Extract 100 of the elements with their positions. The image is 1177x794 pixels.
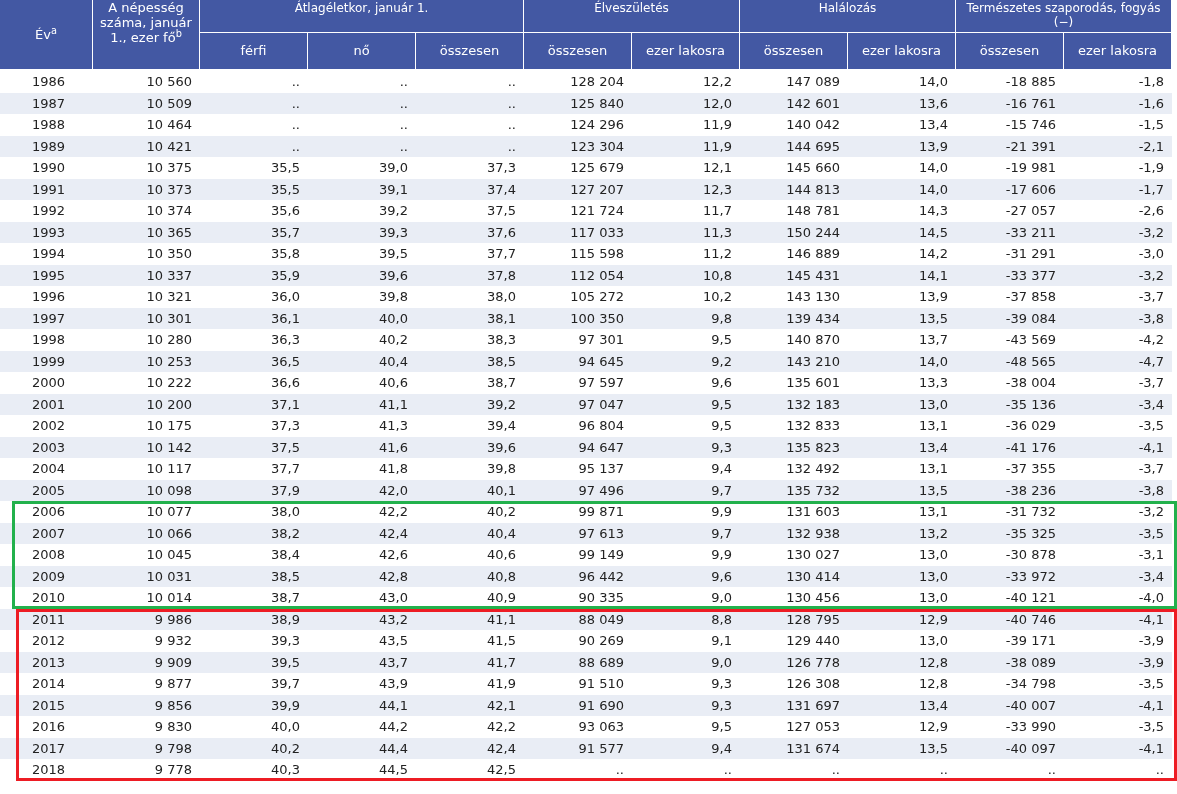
year-cell-text: 2005: [31, 483, 67, 497]
table-cell-text: 10 077: [145, 505, 193, 519]
year-cell-text: 2004: [31, 462, 67, 476]
table-cell-text: 36,0: [270, 290, 301, 304]
table-cell-text: -38 004: [1004, 376, 1057, 390]
table-cell-text: 9,9: [710, 505, 733, 519]
table-cell-text: 42,2: [486, 720, 517, 734]
table-cell-text: ..: [398, 96, 409, 110]
table-cell-text: -31 291: [1004, 247, 1057, 261]
table-cell-text: -33 211: [1004, 225, 1057, 239]
table-cell-text: 43,2: [378, 612, 409, 626]
table-cell-text: 41,9: [486, 677, 517, 691]
year-cell-text: 1986: [31, 75, 67, 89]
table-cell-text: 38,5: [486, 354, 517, 368]
table-cell-text: 126 308: [785, 677, 841, 691]
table-cell-text: -17 606: [1004, 182, 1057, 196]
table-cell-text: 39,6: [378, 268, 409, 282]
table-cell-text: -31 732: [1004, 505, 1057, 519]
table-cell-text: 99 149: [577, 548, 625, 562]
table-cell-text: 39,2: [486, 397, 517, 411]
table-cell-text: 9,5: [710, 419, 733, 433]
table-cell-text: 124 296: [569, 118, 625, 132]
table-cell-text: 14,0: [918, 161, 949, 175]
table-cell-text: 9,5: [710, 397, 733, 411]
table-cell-text: 10 350: [145, 247, 193, 261]
table-cell-text: -33 990: [1004, 720, 1057, 734]
table-cell-text: 35,8: [270, 247, 301, 261]
table-cell-text: -3,5: [1137, 677, 1165, 691]
table-cell-text: 43,7: [378, 655, 409, 669]
table-cell-text: -19 981: [1004, 161, 1057, 175]
year-cell-text: 2014: [31, 677, 67, 691]
table-cell-text: 13,0: [918, 548, 949, 562]
header-cell: Év$^{a}$: [0, 0, 93, 71]
table-cell-text: 117 033: [569, 225, 625, 239]
table-cell-text: 40,6: [378, 376, 409, 390]
table-cell-text: 9 830: [153, 720, 193, 734]
table-cell-text: 35,5: [270, 161, 301, 175]
table-cell-text: 97 597: [577, 376, 625, 390]
table-cell-text: 37,3: [486, 161, 517, 175]
table-cell-text: 13,0: [918, 591, 949, 605]
table-cell-text: 91 690: [577, 698, 625, 712]
table-cell-text: 42,1: [486, 698, 517, 712]
table-cell-text: 12,8: [918, 677, 949, 691]
table-cell-text: 88 689: [577, 655, 625, 669]
table-cell-text: -33 972: [1004, 569, 1057, 583]
table-cell-text: 14,5: [918, 225, 949, 239]
table-cell-text: 13,1: [918, 419, 949, 433]
table-cell-text: 90 335: [577, 591, 625, 605]
table-cell-text: 132 938: [785, 526, 841, 540]
table-cell-text: 39,9: [270, 698, 301, 712]
table-cell-text: 13,9: [918, 290, 949, 304]
table-cell-text: 100 350: [569, 311, 625, 325]
table-cell-text: -39 171: [1004, 634, 1057, 648]
header-cell: összesen: [956, 33, 1064, 71]
table-cell-text: 39,3: [378, 225, 409, 239]
table-cell-text: 38,7: [486, 376, 517, 390]
table-cell-text: 13,1: [918, 462, 949, 476]
table-cell-text: 38,4: [270, 548, 301, 562]
table-cell-text: 13,1: [918, 505, 949, 519]
table-cell-text: 127 207: [569, 182, 625, 196]
table-cell-text: 42,8: [378, 569, 409, 583]
table-cell-text: 12,2: [702, 75, 733, 89]
table-cell-text: ..: [290, 118, 301, 132]
table-cell-text: -39 084: [1004, 311, 1057, 325]
table-cell-text: 35,9: [270, 268, 301, 282]
table-cell-text: 40,2: [270, 741, 301, 755]
header-cell: férfi: [200, 33, 308, 71]
year-cell-text: 1994: [31, 247, 67, 261]
table-cell-text: 95 137: [577, 462, 625, 476]
year-cell-text: 2001: [31, 397, 67, 411]
table-cell-text: 38,9: [270, 612, 301, 626]
table-cell-text: 9,5: [710, 720, 733, 734]
table-cell-text: 135 601: [785, 376, 841, 390]
year-cell-text: 1989: [31, 139, 67, 153]
table-cell-text: -48 565: [1004, 354, 1057, 368]
header-cell: Halálozás: [740, 0, 956, 33]
table-cell-text: 42,6: [378, 548, 409, 562]
table-cell-text: 97 047: [577, 397, 625, 411]
table-cell-text: 42,4: [378, 526, 409, 540]
header-cell: A népesség száma, január 1., ezer fő$^{b}$: [93, 0, 200, 71]
table-cell-text: 41,3: [378, 419, 409, 433]
table-cell-text: 40,2: [378, 333, 409, 347]
table-cell-text: ..: [830, 763, 841, 777]
table-cell-text: 10,8: [702, 268, 733, 282]
table-cell-text: 14,1: [918, 268, 949, 282]
table-cell-text: 43,9: [378, 677, 409, 691]
table-cell-text: 9,0: [710, 655, 733, 669]
table-cell-text: ..: [290, 139, 301, 153]
table-cell-text: 145 660: [785, 161, 841, 175]
table-cell-text: -35 136: [1004, 397, 1057, 411]
table-cell-text: 38,2: [270, 526, 301, 540]
table-cell-text: 10 421: [145, 139, 193, 153]
table-cell-text: 145 431: [785, 268, 841, 282]
table-cell-text: 9,6: [710, 569, 733, 583]
table-cell-text: 36,3: [270, 333, 301, 347]
table-cell-text: -38 089: [1004, 655, 1057, 669]
table-cell-text: 35,6: [270, 204, 301, 218]
table-cell-text: 42,0: [378, 483, 409, 497]
table-cell-text: 12,9: [918, 720, 949, 734]
table-cell-text: ..: [506, 118, 517, 132]
